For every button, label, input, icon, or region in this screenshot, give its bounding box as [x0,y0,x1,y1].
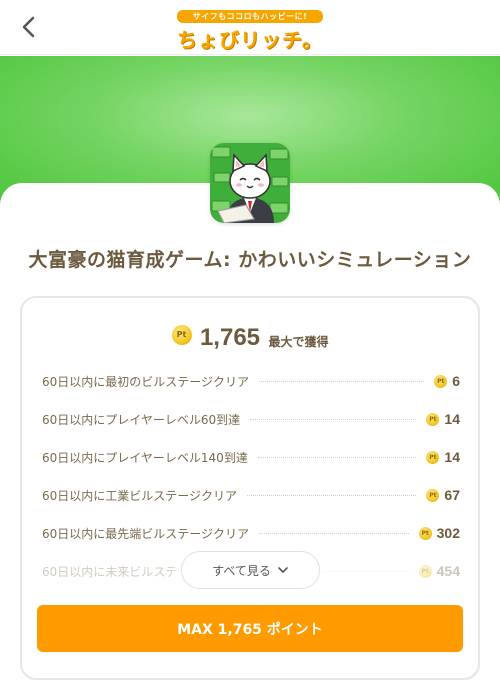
logo-text: ちょびリッチ。 [177,28,323,52]
mission-points: Pt 67 [426,487,460,503]
max-points-button[interactable]: MAX 1,765 ポイント [37,605,463,652]
see-all-label: すべて見る [212,563,271,578]
mission-label: 60日以内にプレイヤーレベル140到達 [42,450,248,465]
point-coin-icon: Pt [426,412,440,426]
mission-points-value: 14 [444,449,460,465]
mission-points-value: 6 [452,373,460,389]
total-points-suffix: 最大で獲得 [268,334,329,349]
header-bar: サイフもココロもハッピーに! ちょびリッチ。 [0,0,500,55]
list-item: 60日以内に最先端ビルステージクリア Pt 302 [42,514,460,552]
site-logo[interactable]: サイフもココロもハッピーに! ちょびリッチ。 [177,10,323,53]
mission-points-value: 302 [436,525,460,541]
list-item: 60日以内にプレイヤーレベル140到達 Pt 14 [42,438,460,476]
point-coin-icon: Pt [434,374,448,388]
points-panel: Pt 1,765 最大で獲得 60日以内に最初のビルステージクリア Pt 6 6… [20,296,480,680]
mission-points: Pt 302 [418,525,460,541]
total-points-value: 1,765 [199,324,261,351]
point-coin-icon: Pt [418,564,432,578]
dotted-leader [259,380,425,382]
see-all-button[interactable]: すべて見る [181,551,320,589]
mission-label: 60日以内に最初のビルステージクリア [42,374,250,389]
mission-points-value: 67 [444,487,460,503]
chevron-left-icon [22,16,35,38]
dotted-leader [259,532,409,534]
point-coin-icon: Pt [426,488,440,502]
app-title: 大富豪の猫育成ゲーム: かわいいシミュレーション [28,249,472,271]
mission-points: Pt 454 [418,563,460,579]
point-coin-icon: Pt [418,526,432,540]
mission-points: Pt 14 [426,411,460,427]
mission-points-value: 454 [436,563,460,579]
dotted-leader [250,418,417,420]
mission-label: 60日以内に工業ビルステージクリア [42,488,238,503]
chevron-down-icon [278,567,288,573]
point-coin-icon: Pt [171,325,192,345]
list-item: 60日以内にプレイヤーレベル60到達 Pt 14 [42,400,460,438]
mission-points: Pt 14 [426,449,460,465]
mission-points-value: 14 [444,411,460,427]
mission-points: Pt 6 [434,373,460,389]
point-coin-icon: Pt [426,450,440,464]
cat-businessman-icon [210,143,290,223]
mission-label: 60日以内にプレイヤーレベル60到達 [42,412,241,427]
mission-label: 60日以内に最先端ビルステージクリア [42,526,250,541]
app-icon [210,143,290,223]
back-button[interactable] [14,12,44,42]
total-points: Pt 1,765 最大で獲得 [22,324,478,352]
list-item: 60日以内に最初のビルステージクリア Pt 6 [42,362,460,400]
list-item: 60日以内に工業ビルステージクリア Pt 67 [42,476,460,514]
logo-tagline: サイフもココロもハッピーに! [177,10,323,23]
dotted-leader [247,494,417,496]
dotted-leader [257,456,417,458]
